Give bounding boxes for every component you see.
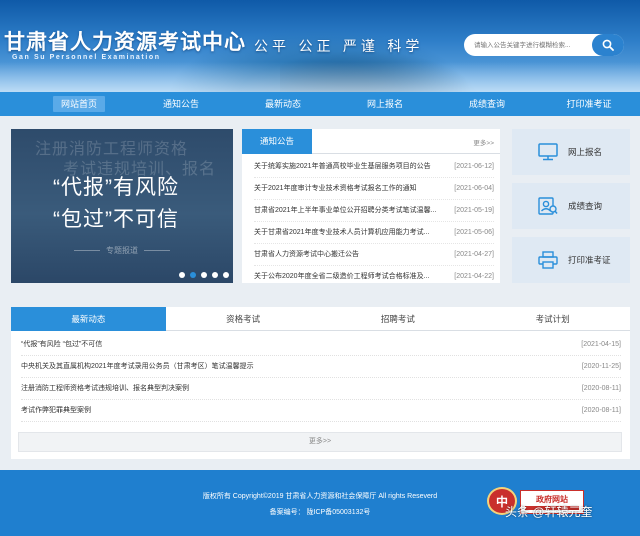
- site-motto: 公平 公正 严谨 科学: [254, 39, 424, 55]
- quick-link-label: 网上报名: [568, 147, 603, 157]
- news-title: “代报”有风险 “包过”不可信: [21, 341, 103, 348]
- notice-date: [2021-05-19]: [454, 207, 494, 214]
- header-cloud-art: [0, 62, 640, 92]
- nav-item-print-admission[interactable]: 打印准考证: [538, 92, 640, 116]
- banner-dot[interactable]: [179, 272, 185, 278]
- news-title: 中央机关及其直属机构2021年度考试录用公务员（甘肃考区）笔试温馨提示: [21, 363, 254, 370]
- notice-date: [2021-05-06]: [454, 229, 494, 236]
- banner-slider[interactable]: 注册消防工程师资格 考试违规培训、报名 “代报”有风险 “包过”不可信 专题报道: [11, 129, 233, 283]
- news-tabs-panel: 最新动态 资格考试 招聘考试 考试计划 “代报”有风险 “包过”不可信 [2021…: [11, 307, 630, 459]
- notice-item[interactable]: 关于2021年度审计专业技术资格考试报名工作的通知 [2021-06-04]: [254, 178, 494, 200]
- site-subtitle: Gan Su Personnel Examination: [12, 54, 161, 61]
- banner-headline-1: “代报”有风险: [53, 176, 179, 199]
- list-item[interactable]: 注册消防工程师资格考试违规培训、报名典型判决案例 [2020-08-11]: [21, 378, 621, 400]
- banner-dot-active[interactable]: [190, 272, 196, 278]
- notice-title: 关于甘肃省2021年度专业技术人员计算机应用能力考试...: [254, 229, 430, 236]
- nav-item-label: 成绩查询: [468, 99, 505, 109]
- quick-link-register[interactable]: 网上报名: [512, 129, 630, 175]
- nav-item-label: 最新动态: [264, 99, 301, 109]
- notice-date: [2021-04-22]: [454, 273, 494, 280]
- notice-item[interactable]: 关于统筹实施2021年普通高校毕业生基层服务项目的公告 [2021-06-12]: [254, 156, 494, 178]
- notice-item[interactable]: 甘肃省人力资源考试中心搬迁公告 [2021-04-27]: [254, 244, 494, 266]
- tab-notices[interactable]: 通知公告: [242, 129, 312, 154]
- quick-link-scores[interactable]: 成绩查询: [512, 183, 630, 229]
- nav-item-scores[interactable]: 成绩查询: [436, 92, 538, 116]
- notice-more-link[interactable]: 更多>>: [473, 137, 494, 147]
- nav-item-news[interactable]: 最新动态: [232, 92, 334, 116]
- nav-item-label: 打印准考证: [566, 99, 612, 109]
- tab-qualification-exam[interactable]: 资格考试: [166, 307, 321, 331]
- nav-item-label: 通知公告: [162, 99, 199, 109]
- notice-title: 关于2021年度审计专业技术资格考试报名工作的通知: [254, 185, 417, 192]
- nav-item-home[interactable]: 网站首页: [28, 92, 130, 116]
- notice-panel: 通知公告 更多>> 关于统筹实施2021年普通高校毕业生基层服务项目的公告 [20…: [242, 129, 500, 283]
- news-date: [2020-11-25]: [581, 363, 621, 370]
- notice-date: [2021-04-27]: [454, 251, 494, 258]
- notice-date: [2021-06-12]: [454, 163, 494, 170]
- banner-dot[interactable]: [212, 272, 218, 278]
- tab-recruitment-exam[interactable]: 招聘考试: [321, 307, 476, 331]
- nav-item-label: 网站首页: [52, 96, 105, 112]
- search-icon: [602, 39, 614, 51]
- search-box: [464, 34, 624, 56]
- monitor-icon: [538, 143, 558, 161]
- notice-item[interactable]: 甘肃省2021年上半年事业单位公开招聘分类考试笔试温馨... [2021-05-1…: [254, 200, 494, 222]
- tab-latest-news[interactable]: 最新动态: [11, 307, 166, 331]
- notice-header: 通知公告 更多>>: [242, 129, 500, 154]
- news-date: [2020-08-11]: [581, 385, 621, 392]
- notice-item[interactable]: 关于甘肃省2021年度专业技术人员计算机应用能力考试... [2021-05-06…: [254, 222, 494, 244]
- search-button[interactable]: [592, 34, 624, 56]
- notice-title: 关于统筹实施2021年普通高校毕业生基层服务项目的公告: [254, 163, 431, 170]
- quick-link-print-admission[interactable]: 打印准考证: [512, 237, 630, 283]
- nav-item-register[interactable]: 网上报名: [334, 92, 436, 116]
- news-title: 注册消防工程师资格考试违规培训、报名典型判决案例: [21, 385, 189, 392]
- news-date: [2020-08-11]: [581, 407, 621, 414]
- banner-dots: [179, 272, 229, 278]
- search-input[interactable]: [474, 34, 592, 56]
- nav-item-notices[interactable]: 通知公告: [130, 92, 232, 116]
- news-date: [2021-04-15]: [581, 341, 621, 348]
- list-item[interactable]: 考试作弊犯罪典型案例 [2020-08-11]: [21, 400, 621, 422]
- quick-link-label: 成绩查询: [568, 201, 603, 211]
- notice-item[interactable]: 关于公布2020年度全省二级造价工程师考试合格标准及... [2021-04-22…: [254, 266, 494, 288]
- banner-dot[interactable]: [223, 272, 229, 278]
- site-title[interactable]: 甘肃省人力资源考试中心: [4, 26, 246, 56]
- main-nav: 网站首页 通知公告 最新动态 网上报名 成绩查询 打印准考证: [0, 92, 640, 116]
- nav-item-label: 网上报名: [366, 99, 403, 109]
- banner-headline-2: “包过”不可信: [53, 208, 179, 231]
- site-header: 甘肃省人力资源考试中心 Gan Su Personnel Examination…: [0, 0, 640, 92]
- banner-tag: 专题报道: [11, 245, 233, 256]
- printer-icon: [538, 251, 558, 269]
- news-tabs: 最新动态 资格考试 招聘考试 考试计划: [11, 307, 630, 331]
- notice-title: 甘肃省2021年上半年事业单位公开招聘分类考试笔试温馨...: [254, 207, 437, 214]
- banner-dot[interactable]: [201, 272, 207, 278]
- news-more-button[interactable]: 更多>>: [18, 432, 622, 452]
- notice-title: 甘肃省人力资源考试中心搬迁公告: [254, 251, 359, 258]
- search-user-icon: [538, 197, 558, 215]
- list-item[interactable]: “代报”有风险 “包过”不可信 [2021-04-15]: [21, 334, 621, 356]
- notice-title: 关于公布2020年度全省二级造价工程师考试合格标准及...: [254, 273, 430, 280]
- watermark: 头条 @轩辕元奎: [505, 505, 593, 519]
- quick-link-label: 打印准考证: [568, 255, 611, 265]
- tab-exam-plan[interactable]: 考试计划: [475, 307, 630, 331]
- news-title: 考试作弊犯罪典型案例: [21, 407, 91, 414]
- notice-date: [2021-06-04]: [454, 185, 494, 192]
- list-item[interactable]: 中央机关及其直属机构2021年度考试录用公务员（甘肃考区）笔试温馨提示 [2020…: [21, 356, 621, 378]
